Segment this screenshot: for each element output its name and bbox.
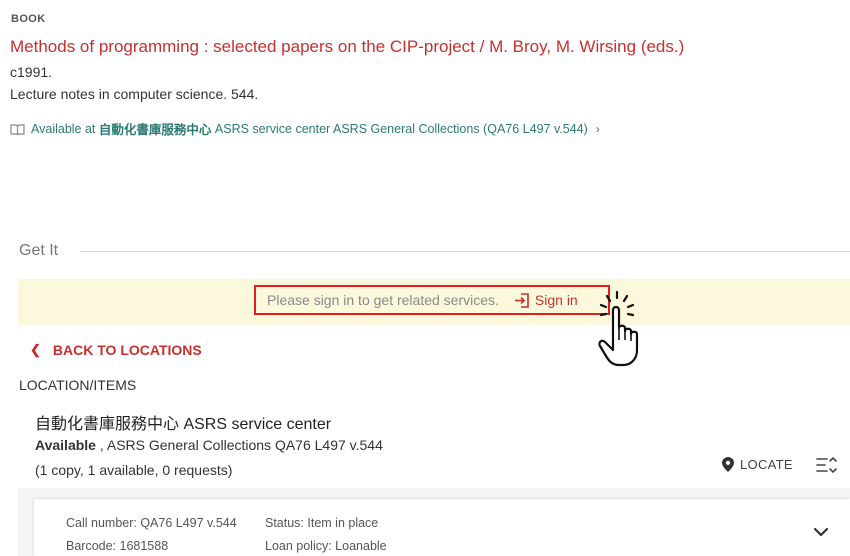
availability-library: 自動化書庫服務中心 — [98, 123, 212, 137]
locate-button[interactable]: LOCATE — [722, 457, 793, 472]
back-to-locations-link[interactable]: ❮ BACK TO LOCATIONS — [30, 342, 202, 358]
location-items-heading: LOCATION/ITEMS — [19, 377, 137, 393]
availability-link[interactable]: Available at 自動化書庫服務中心 ASRS service cent… — [10, 119, 600, 138]
sign-in-icon — [514, 292, 529, 308]
locate-label: LOCATE — [740, 457, 793, 472]
chevron-left-icon: ❮ — [30, 342, 41, 357]
signin-highlight-box: Please sign in to get related services. … — [254, 285, 610, 315]
signin-link[interactable]: Sign in — [514, 292, 578, 308]
page: BOOK Methods of programming : selected p… — [0, 0, 850, 556]
signin-label: Sign in — [534, 292, 578, 308]
location-counts: (1 copy, 1 available, 0 requests) — [35, 462, 233, 478]
book-icon — [10, 123, 25, 135]
record-date: c1991. — [10, 64, 53, 80]
location-status: Available , ASRS General Collections QA7… — [35, 437, 383, 453]
item-barcode: Barcode: 1681588 — [66, 539, 169, 553]
location-collection: , ASRS General Collections QA76 L497 v.5… — [95, 437, 383, 453]
hand-cursor-icon — [598, 290, 639, 367]
availability-status: Available — [35, 437, 96, 453]
back-label: BACK TO LOCATIONS — [52, 342, 202, 358]
section-divider — [80, 251, 850, 252]
availability-text: ASRS service center ASRS General Collect… — [214, 121, 588, 136]
record-title-link[interactable]: Methods of programming : selected papers… — [10, 37, 684, 57]
item-call-number: Call number: QA76 L497 v.544 — [66, 516, 237, 530]
map-pin-icon — [722, 457, 734, 472]
location-name: 自動化書庫服務中心 ASRS service center — [35, 416, 332, 433]
getit-section-title: Get It — [19, 242, 59, 259]
item-status: Status: Item in place — [265, 516, 379, 530]
signin-message: Please sign in to get related services. — [267, 292, 499, 308]
record-type-label: BOOK — [11, 13, 46, 25]
availability-prefix: Available at — [31, 121, 96, 136]
chevron-right-icon: › — [595, 121, 600, 136]
record-series: Lecture notes in computer science. 544. — [10, 86, 259, 102]
item-loan-policy: Loan policy: Loanable — [265, 539, 387, 553]
sort-filter-icon[interactable] — [816, 456, 838, 474]
chevron-down-icon[interactable] — [813, 526, 829, 538]
